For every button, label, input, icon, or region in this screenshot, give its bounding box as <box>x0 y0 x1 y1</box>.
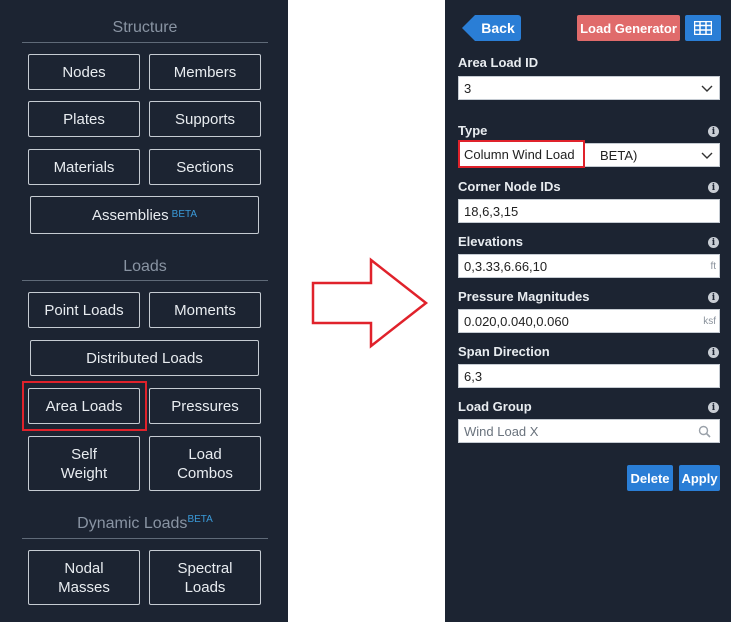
elevations-label: Elevations <box>458 234 524 249</box>
materials-button[interactable]: Materials <box>28 149 140 185</box>
delete-button[interactable]: Delete <box>627 465 673 491</box>
area-load-id-label: Area Load ID <box>458 55 539 70</box>
beta-badge: BETA <box>187 514 213 525</box>
pressure-magnitudes-label: Pressure Magnitudes <box>458 289 590 304</box>
info-icon[interactable]: i <box>708 402 719 413</box>
pressure-magnitudes-input[interactable]: 0.020,0.040,0.060 ksf <box>458 309 720 333</box>
distributed-loads-button[interactable]: Distributed Loads <box>30 340 259 376</box>
right-panel: Back Load Generator Area Load ID 3 Type … <box>445 0 731 622</box>
elevations-input[interactable]: 0,3.33,6.66,10 ft <box>458 254 720 278</box>
chevron-down-icon <box>701 152 713 159</box>
structure-section-title: Structure <box>112 19 178 36</box>
area-load-id-select[interactable]: 3 <box>458 76 720 100</box>
moments-button[interactable]: Moments <box>149 292 261 328</box>
table-icon <box>694 21 712 35</box>
dynamic-loads-section-title: Dynamic LoadsBETA <box>77 514 213 532</box>
dynamic-loads-divider <box>22 538 268 539</box>
point-loads-button[interactable]: Point Loads <box>28 292 140 328</box>
nodal-masses-button[interactable]: Nodal Masses <box>28 550 140 605</box>
loads-section-title: Loads <box>123 258 167 275</box>
search-icon <box>698 425 711 438</box>
structure-divider <box>22 42 268 43</box>
back-button[interactable]: Back <box>475 15 521 41</box>
corner-node-ids-label: Corner Node IDs <box>458 179 561 194</box>
type-value-highlight: Column Wind Load <box>458 140 585 168</box>
pressures-button[interactable]: Pressures <box>149 388 261 424</box>
info-icon[interactable]: i <box>708 347 719 358</box>
left-panel: Structure Nodes Members Plates Supports … <box>0 0 288 622</box>
self-weight-button[interactable]: Self Weight <box>28 436 140 491</box>
assemblies-button[interactable]: Assemblies BETA <box>30 196 259 234</box>
back-arrow-icon[interactable] <box>462 15 475 41</box>
corner-node-ids-input[interactable]: 18,6,3,15 <box>458 199 720 223</box>
info-icon[interactable]: i <box>708 126 719 137</box>
span-direction-input[interactable]: 6,3 <box>458 364 720 388</box>
beta-badge: BETA <box>171 209 198 220</box>
sections-button[interactable]: Sections <box>149 149 261 185</box>
type-suffix: BETA) <box>600 147 638 163</box>
type-label: Type <box>458 123 488 138</box>
loads-divider <box>22 280 268 281</box>
apply-button[interactable]: Apply <box>679 465 720 491</box>
load-generator-button[interactable]: Load Generator <box>577 15 680 41</box>
area-loads-highlight <box>22 381 147 431</box>
info-icon[interactable]: i <box>708 237 719 248</box>
info-icon[interactable]: i <box>708 182 719 193</box>
info-icon[interactable]: i <box>708 292 719 303</box>
nodes-button[interactable]: Nodes <box>28 54 140 90</box>
pressure-unit: ksf <box>703 316 716 327</box>
elevations-unit: ft <box>710 261 716 272</box>
table-view-button[interactable] <box>685 15 721 41</box>
chevron-down-icon <box>701 85 713 92</box>
load-group-search-input[interactable]: Wind Load X <box>458 419 720 443</box>
supports-button[interactable]: Supports <box>149 101 261 137</box>
right-arrow-icon <box>311 257 429 349</box>
load-group-label: Load Group <box>458 399 532 414</box>
spectral-loads-button[interactable]: Spectral Loads <box>149 550 261 605</box>
members-button[interactable]: Members <box>149 54 261 90</box>
load-combos-button[interactable]: Load Combos <box>149 436 261 491</box>
span-direction-label: Span Direction <box>458 344 550 359</box>
plates-button[interactable]: Plates <box>28 101 140 137</box>
